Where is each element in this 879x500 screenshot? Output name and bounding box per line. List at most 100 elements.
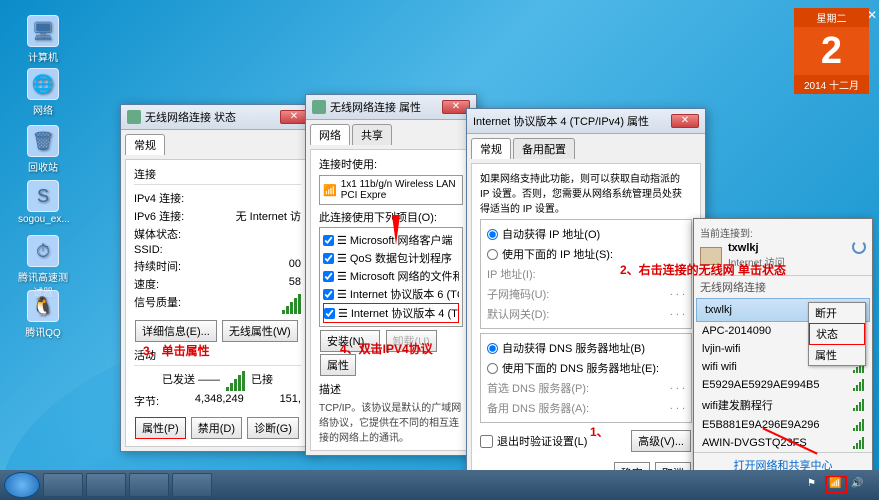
tab-alternate[interactable]: 备用配置: [513, 138, 575, 159]
taskbar-button[interactable]: [86, 473, 126, 497]
details-button[interactable]: 详细信息(E)...: [135, 320, 217, 342]
recycle-icon: 🗑: [27, 125, 59, 157]
computer-icon: 🖥: [27, 15, 59, 47]
install-button[interactable]: 安装(N)...: [320, 330, 380, 352]
calendar-gadget: 星期二 2 2014 十二月: [794, 8, 869, 94]
gateway-label: 默认网关(D):: [487, 306, 549, 322]
wifi-flyout: 当前连接到: txwlkj Internet 访问 无线网络连接 txwlkj …: [693, 218, 873, 478]
item-checkbox[interactable]: [324, 308, 335, 319]
disable-button[interactable]: 禁用(D): [191, 417, 242, 439]
taskbar-button[interactable]: [172, 473, 212, 497]
uses-items-label: 此连接使用下列项目(O):: [319, 209, 463, 225]
radio-manual-dns[interactable]: [487, 363, 498, 374]
calendar-weekday: 星期二: [794, 8, 869, 27]
calendar-day: 2: [794, 27, 869, 75]
wlan-properties-button[interactable]: 无线属性(W): [222, 320, 298, 342]
list-item: ☰链路层拓扑发现映射器 I/O 驱动: [323, 323, 459, 327]
tray-network-highlight: 📶: [825, 476, 847, 494]
signal-icon: [853, 379, 864, 391]
speed-label: 速度:: [134, 276, 159, 292]
radio-manual-ip[interactable]: [487, 249, 498, 260]
duration-label: 持续时间:: [134, 258, 181, 274]
section-wireless: 无线网络连接: [694, 276, 872, 298]
ctx-properties[interactable]: 属性: [809, 345, 865, 365]
network-category-icon: [700, 247, 722, 265]
mask-label: 子网掩码(U):: [487, 286, 549, 302]
desktop-icon-computer[interactable]: 🖥计算机: [18, 15, 68, 64]
network-item[interactable]: wifi建发鹏程行: [694, 394, 872, 416]
network-item[interactable]: E5B881E9A296E9A296: [694, 416, 872, 434]
window-wlan-properties: 无线网络连接 属性✕ 网络 共享 连接时使用: 📶 1x1 11b/g/n Wi…: [305, 94, 477, 456]
advanced-button[interactable]: 高级(V)...: [631, 430, 691, 452]
tab-sharing[interactable]: 共享: [352, 124, 392, 145]
tab-general[interactable]: 常规: [125, 134, 165, 155]
sent-label: 已发送 ——: [162, 371, 220, 391]
network-item[interactable]: AWIN-DVGSTQ23FS: [694, 434, 872, 452]
network-icon: [312, 100, 326, 114]
tray-flag-icon[interactable]: ⚑: [807, 478, 821, 492]
list-item: ☰Microsoft 网络的文件和打印机共享: [323, 267, 459, 285]
section-connection: 连接: [134, 166, 301, 182]
description-label: 描述: [319, 381, 463, 397]
diagnose-button[interactable]: 诊断(G): [247, 417, 299, 439]
current-network-name: txwlkj: [728, 242, 785, 254]
bytes-label: 字节:: [134, 393, 159, 409]
signal-quality-label: 信号质量:: [134, 294, 181, 314]
tab-network[interactable]: 网络: [310, 124, 350, 145]
refresh-icon[interactable]: [852, 240, 866, 254]
start-button[interactable]: [4, 472, 40, 498]
list-item: ☰QoS 数据包计划程序: [323, 249, 459, 267]
ipv6-label: IPv6 连接:: [134, 208, 184, 224]
context-menu: 断开 状态 属性: [808, 302, 866, 366]
network-name: txwlkj: [705, 304, 732, 316]
tab-general[interactable]: 常规: [471, 138, 511, 159]
ctx-status[interactable]: 状态: [809, 323, 865, 345]
signal-bars-icon: [282, 294, 301, 314]
desktop-icon-network[interactable]: 🌐网络: [18, 68, 68, 117]
item-checkbox[interactable]: [323, 235, 334, 246]
close-button[interactable]: ✕: [671, 114, 699, 128]
window-wlan-status: 无线网络连接 状态✕ 常规 连接 IPv4 连接: IPv6 连接:无 Inte…: [120, 104, 315, 452]
radio-auto-dns[interactable]: [487, 343, 498, 354]
tray-volume-icon[interactable]: 🔊: [851, 478, 865, 492]
desktop-icon-sogou[interactable]: Ssogou_ex...: [18, 180, 68, 225]
bytes-recv: 151,: [280, 393, 301, 409]
taskbar-button[interactable]: [129, 473, 169, 497]
network-item[interactable]: E5929AE5929AE994B5: [694, 376, 872, 394]
calendar-month: 2014 十二月: [794, 75, 869, 94]
close-button[interactable]: ✕: [280, 110, 308, 124]
list-item-ipv4: ☰Internet 协议版本 4 (TCP/IPv4): [323, 303, 459, 323]
signal-icon: [853, 437, 864, 449]
window-title: 无线网络连接 属性: [330, 99, 421, 115]
ipv4-label: IPv4 连接:: [134, 190, 184, 206]
section-activity: 活动: [134, 347, 301, 363]
activity-icon: [226, 371, 245, 391]
item-checkbox[interactable]: [323, 289, 334, 300]
ip-label: IP 地址(I):: [487, 266, 536, 282]
item-checkbox[interactable]: [323, 327, 334, 328]
properties-button[interactable]: 属性(P): [135, 417, 186, 439]
connect-using-label: 连接时使用:: [319, 156, 463, 172]
dns1-label: 首选 DNS 服务器(P):: [487, 380, 589, 396]
item-checkbox[interactable]: [323, 271, 334, 282]
adapter-icon: 📶: [323, 184, 337, 197]
bytes-sent: 4,348,249: [195, 393, 244, 409]
current-network-sub: Internet 访问: [728, 254, 785, 269]
system-tray: ⚑ 📶 🔊: [807, 476, 875, 494]
qq-icon: 🐧: [27, 290, 59, 322]
desktop-icon-recycle[interactable]: 🗑回收站: [18, 125, 68, 174]
description-text: TCP/IP。该协议是默认的广域网络协议，它提供在不同的相互连接的网络上的通讯。: [319, 399, 463, 444]
item-checkbox[interactable]: [323, 253, 334, 264]
validate-checkbox[interactable]: [480, 435, 493, 448]
window-title: 无线网络连接 状态: [145, 109, 236, 125]
items-listbox[interactable]: ☰Microsoft 网络客户端 ☰QoS 数据包计划程序 ☰Microsoft…: [319, 227, 463, 327]
tray-network-icon[interactable]: 📶: [829, 478, 843, 492]
signal-icon: [127, 110, 141, 124]
taskbar-button[interactable]: [43, 473, 83, 497]
radio-auto-ip[interactable]: [487, 229, 498, 240]
ctx-disconnect[interactable]: 断开: [809, 303, 865, 323]
desktop-icon-qq[interactable]: 🐧腾讯QQ: [18, 290, 68, 339]
item-properties-button[interactable]: 属性: [320, 354, 356, 376]
network-icon: 🌐: [27, 68, 59, 100]
adapter-name: 1x1 11b/g/n Wireless LAN PCI Expre: [341, 179, 459, 201]
